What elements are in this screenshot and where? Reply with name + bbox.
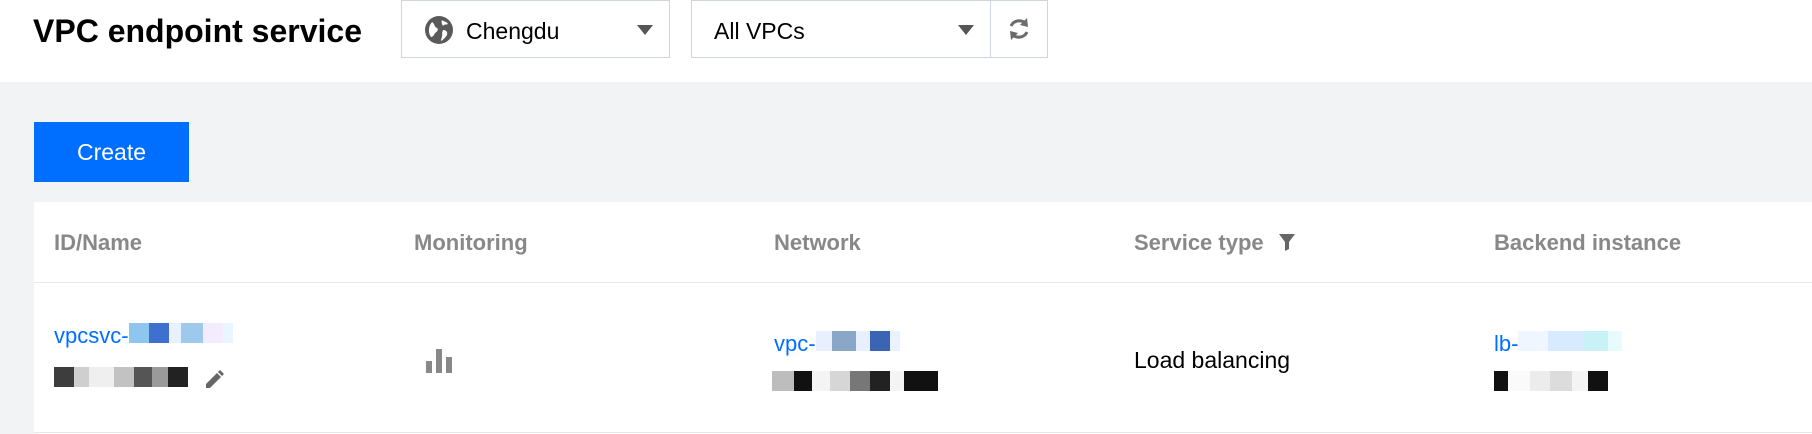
redacted-vpc-name [772,371,938,391]
backend-instance-prefix: lb- [1494,331,1519,356]
table-row: vpcsvc- vpc- Load balancing lb- [34,283,1812,433]
endpoint-service-table: ID/Name Monitoring Network Service type … [34,202,1812,434]
redacted-service-name [54,367,188,387]
column-header-service-type: Service type [1134,230,1296,256]
region-select-value: Chengdu [466,18,560,44]
vpc-select-value: All VPCs [714,18,805,44]
page-title: VPC endpoint service [33,13,362,49]
network-vpc-prefix: vpc- [774,331,816,356]
top-bar: VPC endpoint service Chengdu All VPCs [0,0,1812,82]
column-header-backend-instance: Backend instance [1494,230,1682,255]
service-type-value: Load balancing [1134,347,1291,373]
chevron-down-icon [958,25,974,35]
redacted-vpc-id [815,331,900,356]
table-header: ID/Name Monitoring Network Service type … [34,202,1812,283]
redacted-lb-id [1518,331,1623,356]
row-divider [34,432,1812,433]
service-id-prefix: vpcsvc- [54,323,129,348]
column-header-id-name: ID/Name [54,230,143,255]
column-header-network: Network [774,230,861,255]
pencil-icon[interactable] [202,367,226,391]
redacted-lb-name [1494,371,1608,391]
network-vpc-link[interactable]: vpc- [774,331,900,357]
redacted-id [128,323,233,348]
refresh-button[interactable] [990,0,1048,58]
chevron-down-icon [637,25,653,35]
bar-chart-icon[interactable] [424,347,454,375]
create-button[interactable]: Create [34,122,189,182]
refresh-icon [1009,18,1029,40]
filter-icon[interactable] [1278,232,1296,252]
column-header-service-type-label: Service type [1134,230,1264,255]
service-id-link[interactable]: vpcsvc- [54,323,233,349]
column-header-monitoring: Monitoring [414,230,528,255]
vpc-select[interactable]: All VPCs [691,0,991,58]
region-select[interactable]: Chengdu [401,0,670,58]
backend-instance-link[interactable]: lb- [1494,331,1623,357]
globe-icon [425,16,453,44]
